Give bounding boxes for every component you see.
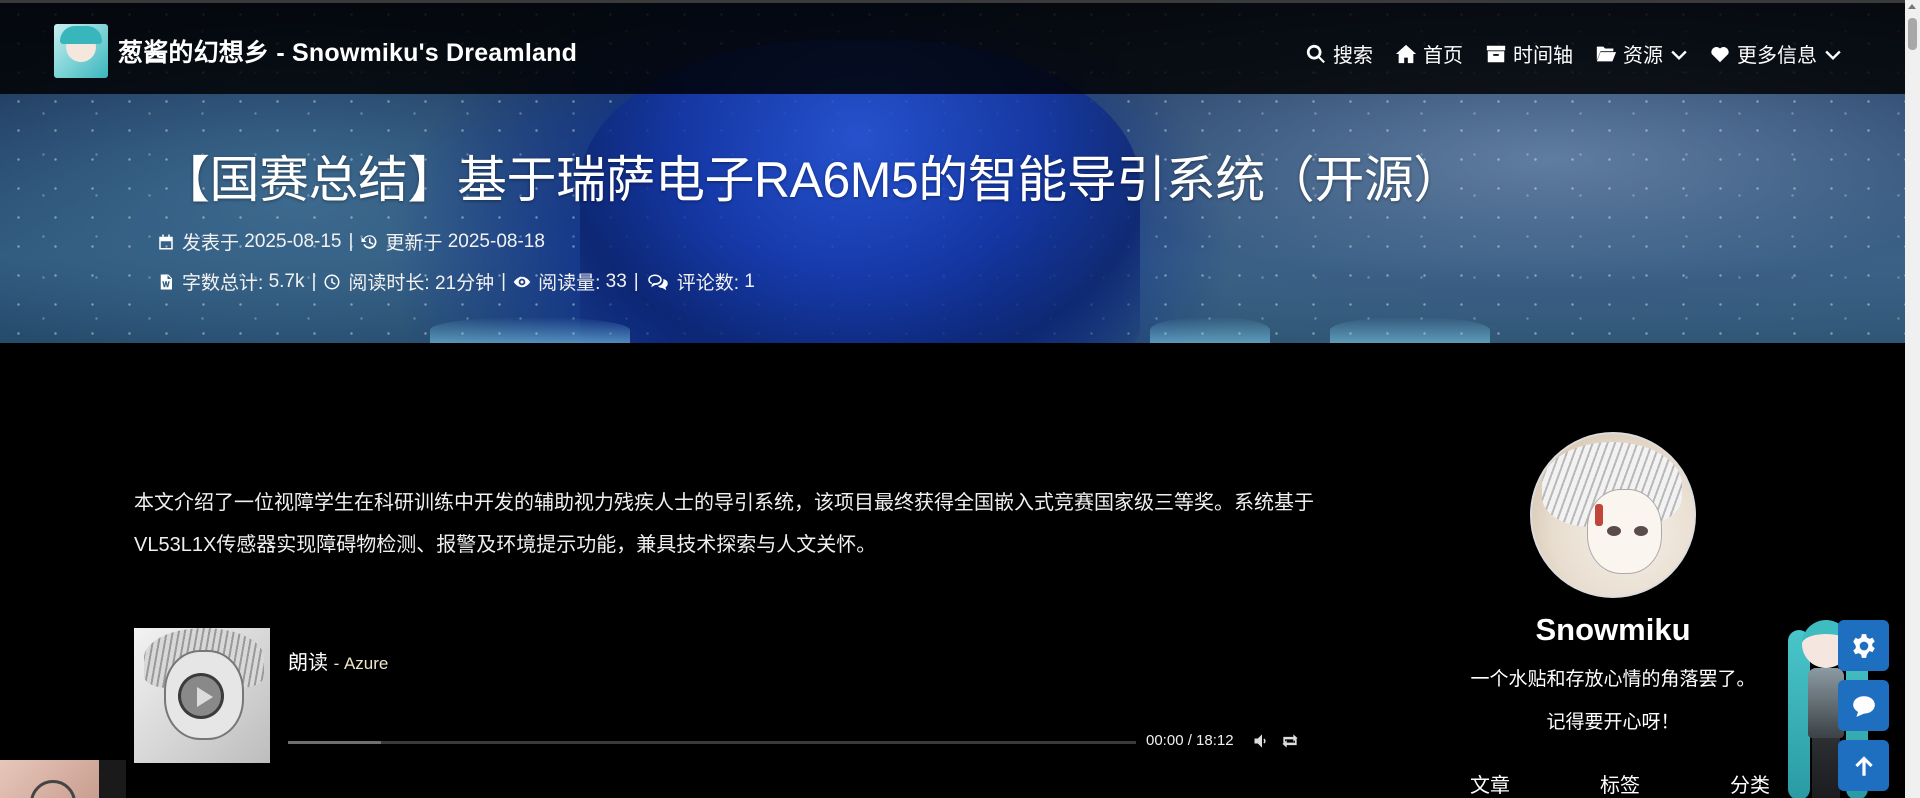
comments-icon — [647, 274, 668, 290]
wordcount-label: 字数总计: — [182, 273, 264, 294]
nav-menu: 搜索 首页 时间轴 资源 更多信息 — [1305, 39, 1841, 68]
meta-separator: | — [348, 230, 354, 252]
calendar-icon — [159, 234, 173, 249]
nav-search[interactable]: 搜索 — [1305, 39, 1373, 68]
chevron-down-icon — [1671, 50, 1687, 60]
views-label: 阅读量: — [538, 273, 601, 294]
gear-icon — [1852, 633, 1875, 658]
progress-bar[interactable] — [288, 741, 1136, 744]
navbar: 葱酱的幻想乡 - Snowmiku's Dreamland 搜索 首页 时间轴 … — [0, 3, 1905, 94]
comments-label: 评论数: — [676, 273, 739, 294]
post-meta-stats: 字数总计: 5.7k | 阅读时长: 21分钟 | 阅读量: 33 | 评论数:… — [157, 268, 755, 295]
profile-stats: 文章 标签 分类 — [1470, 769, 1770, 798]
site-brand[interactable]: 葱酱的幻想乡 - Snowmiku's Dreamland — [54, 24, 577, 78]
comment-icon — [1852, 695, 1875, 717]
home-icon — [1395, 44, 1417, 63]
track-artist: - Azure — [333, 654, 389, 673]
published-date: 2025-08-15 — [244, 230, 342, 252]
wordcount-value: 5.7k — [268, 270, 305, 292]
hero-ice — [1330, 317, 1490, 343]
clock-icon — [324, 274, 340, 289]
file-word-icon — [160, 274, 172, 289]
post-summary: 本文介绍了一位视障学生在科研训练中开发的辅助视力残疾人士的导引系统，该项目最终获… — [134, 492, 1314, 556]
eye-icon — [513, 276, 531, 287]
meta-separator: | — [633, 270, 639, 292]
progress-buffered — [288, 741, 382, 744]
mascot-art — [1812, 738, 1840, 798]
site-logo — [54, 24, 108, 78]
heart-icon — [1711, 46, 1729, 62]
nav-archive[interactable]: 时间轴 — [1485, 39, 1573, 68]
folder-open-icon — [1596, 46, 1617, 61]
track-cover[interactable] — [134, 628, 270, 763]
hero-ice — [1150, 317, 1270, 343]
nav-resources-label: 资源 — [1623, 43, 1663, 67]
nav-home-label: 首页 — [1423, 43, 1463, 67]
post-title: 【国赛总结】基于瑞萨电子RA6M5的智能导引系统（开源） — [160, 152, 1463, 208]
play-button[interactable] — [178, 673, 224, 719]
back-to-top-button[interactable] — [1838, 740, 1889, 791]
history-icon — [361, 234, 377, 249]
post-meta-dates: 发表于 2025-08-15 | 更新于 2025-08-18 — [157, 228, 545, 255]
nav-more-label: 更多信息 — [1737, 43, 1817, 67]
readtime-value: 21分钟 — [434, 273, 495, 294]
audio-player: 朗读 - Azure 00:00 / 18:12 — [134, 628, 1304, 763]
readtime-label: 阅读时长: — [348, 273, 430, 294]
nav-home[interactable]: 首页 — [1395, 39, 1463, 68]
avatar-art — [1587, 489, 1662, 574]
avatar-art — [1634, 526, 1648, 536]
views-value: 33 — [605, 270, 627, 292]
profile-avatar[interactable] — [1530, 432, 1696, 598]
scroll-up-arrow[interactable] — [1908, 4, 1916, 9]
track-title: 朗读 — [288, 652, 328, 674]
profile-bio: 记得要开心呀！ — [1546, 712, 1680, 733]
stat-posts[interactable]: 文章 — [1470, 769, 1510, 798]
site-title[interactable]: 葱酱的幻想乡 - Snowmiku's Dreamland — [118, 33, 577, 69]
settings-button[interactable] — [1838, 620, 1889, 671]
loop-icon[interactable] — [1280, 731, 1300, 751]
avatar-art — [1595, 504, 1603, 526]
volume-icon[interactable] — [1252, 731, 1272, 751]
arrow-up-icon — [1854, 755, 1873, 776]
comments-value: 1 — [744, 270, 755, 292]
search-icon — [1306, 44, 1325, 63]
nav-search-label: 搜索 — [1333, 43, 1373, 67]
published-label: 发表于 — [182, 233, 240, 254]
avatar-art — [1607, 526, 1621, 536]
nav-resources[interactable]: 资源 — [1595, 39, 1687, 68]
page-scrollbar[interactable] — [1905, 0, 1920, 798]
chevron-down-icon — [1825, 50, 1841, 60]
stat-tags[interactable]: 标签 — [1600, 769, 1640, 798]
archive-icon — [1486, 45, 1506, 62]
track-info: 朗读 - Azure — [288, 646, 388, 675]
live2d-widget-edge — [99, 760, 126, 798]
nav-more[interactable]: 更多信息 — [1709, 39, 1841, 68]
hero-ice — [430, 317, 630, 343]
profile-name: Snowmiku — [1535, 612, 1691, 647]
live2d-widget[interactable] — [0, 760, 99, 798]
stat-categories[interactable]: 分类 — [1730, 769, 1770, 798]
meta-separator: | — [501, 270, 507, 292]
comments-button[interactable] — [1838, 680, 1889, 731]
profile-bio: 一个水贴和存放心情的角落罢了。 — [1470, 669, 1756, 690]
updated-label: 更新于 — [385, 233, 443, 254]
track-time: 00:00 / 18:12 — [1146, 732, 1234, 749]
meta-separator: | — [311, 270, 317, 292]
nav-archive-label: 时间轴 — [1513, 43, 1573, 67]
updated-date: 2025-08-18 — [447, 230, 545, 252]
scrollbar-thumb[interactable] — [1908, 18, 1917, 50]
